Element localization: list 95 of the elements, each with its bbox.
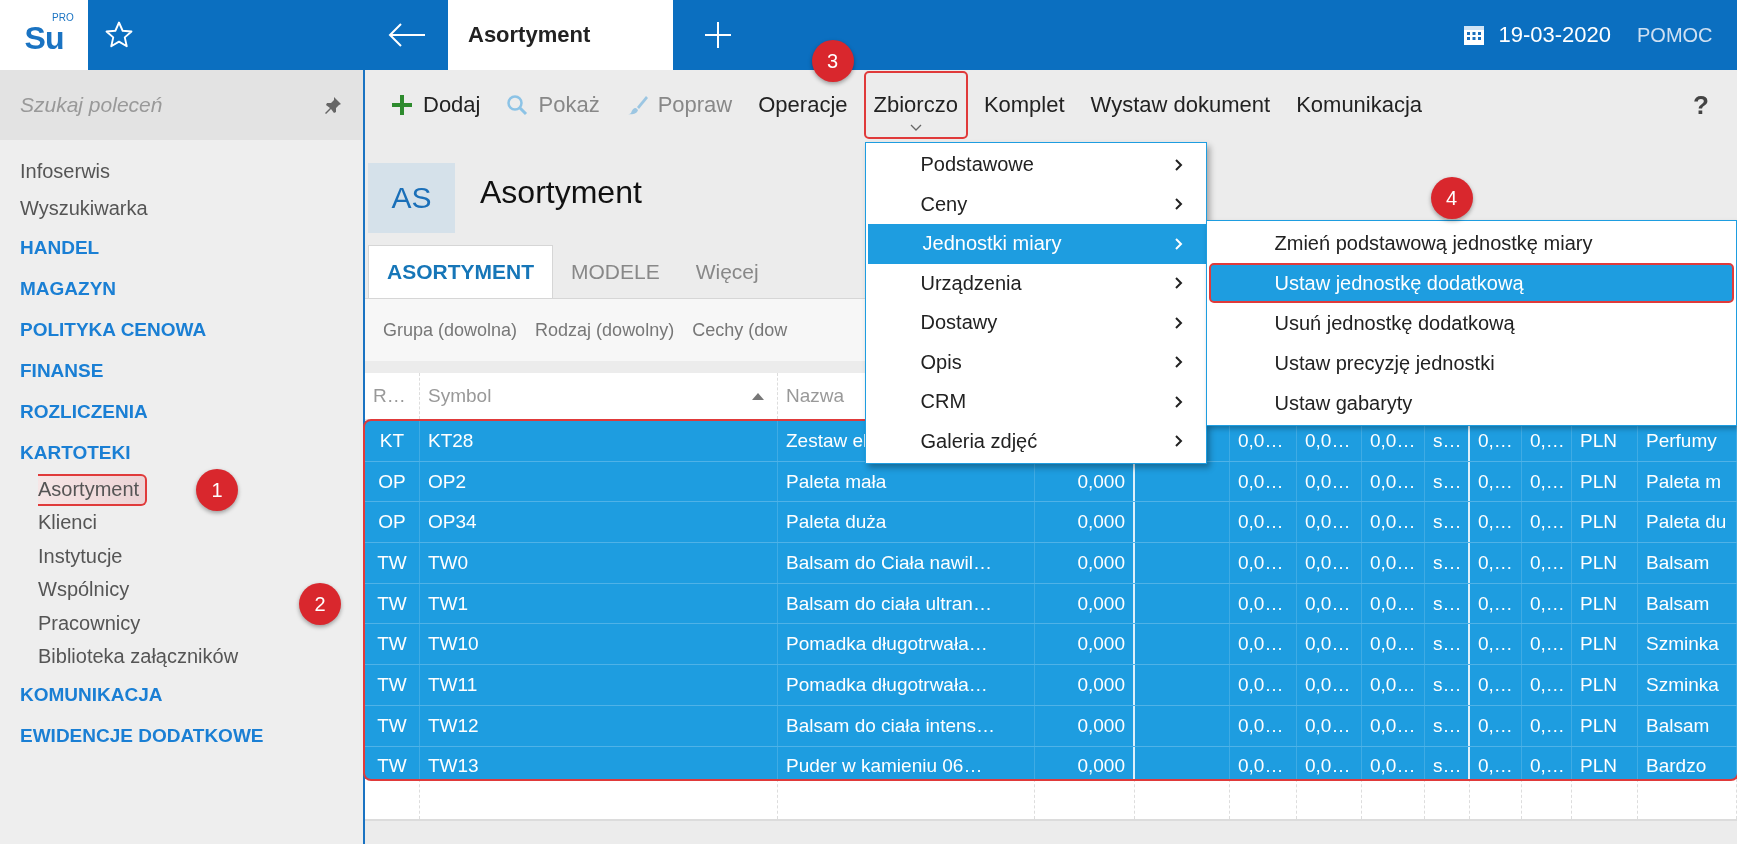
table-cell: OP [365,502,420,543]
table-cell: Balsam [1638,583,1737,624]
table-cell: 0,0… [1297,746,1362,779]
table-cell: TW [365,705,420,746]
table-cell: 0,0… [1362,665,1425,705]
table-cell: 0,… [1470,543,1522,583]
table-cell: PLN [1572,665,1638,705]
table-cell: 0,0… [1362,583,1425,624]
table-cell: TW [365,624,420,665]
table-cell: 0,0… [1362,746,1425,779]
table-cell: Balsam [1638,543,1737,583]
callout-badge: 1 [196,469,238,511]
table-cell: 0,0… [1297,705,1362,746]
table-cell: Szminka [1638,624,1737,665]
table-cell: 0,… [1522,583,1572,624]
table-cell: 0,… [1470,624,1522,665]
table-cell: Paleta du [1638,502,1737,543]
table-cell: TW [365,746,420,779]
table-cell: 0,0… [1230,665,1297,705]
table-cell: Szminka [1638,665,1737,705]
table-cell: PLN [1572,746,1638,779]
table-cell: s… [1425,543,1470,583]
table-cell: Balsam do ciała intens… [778,705,1035,746]
table-cell: 0,0… [1297,624,1362,665]
table-cell: TW11 [420,665,778,705]
table-cell: 0,0… [1362,502,1425,543]
callout-badge: 4 [1430,177,1473,219]
table-cell: PLN [1572,705,1638,746]
table-cell: OP2 [420,461,778,502]
table-cell: PLN [1572,583,1638,624]
table-cell: 0,… [1522,746,1572,779]
table-cell: 0,0… [1297,543,1362,583]
table-cell: 0,0… [1297,665,1362,705]
table-cell: 0,… [1470,502,1522,543]
table-cell: 0,0… [1230,624,1297,665]
table-cell: 0,… [1470,665,1522,705]
table-cell: 0,… [1522,461,1572,502]
table-cell: 0,0… [1230,543,1297,583]
table-cell: 0,… [1470,705,1522,746]
table-cell: KT28 [420,421,778,461]
table-cell: Paleta m [1638,461,1737,502]
table-cell: 0,000 [1035,665,1135,705]
table-cell: KT [365,421,420,461]
table-cell: OP34 [420,502,778,543]
table-cell: Puder w kamieniu 06… [778,746,1035,779]
table-cell: 0,0… [1297,502,1362,543]
table-cell: TW [365,583,420,624]
table-cell: OP [365,461,420,502]
table-cell: Balsam do Ciała nawil… [778,543,1035,583]
table-cell: PLN [1572,543,1638,583]
table-cell: 0,0… [1230,583,1297,624]
table-cell: PLN [1572,502,1638,543]
table-cell: 0,… [1522,543,1572,583]
table-cell: 0,… [1522,665,1572,705]
table-cell: s… [1425,705,1470,746]
table-cell: 0,0… [1297,461,1362,502]
table-cell: PLN [1572,461,1638,502]
table-cell: 0,… [1522,705,1572,746]
table-cell: s… [1425,665,1470,705]
table-cell: 0,0… [1230,705,1297,746]
table-cell: TW0 [420,543,778,583]
table-cell: TW10 [420,624,778,665]
table-cell: Pomadka długotrwała… [778,624,1035,665]
table-cell: 0,0… [1297,583,1362,624]
table-cell: Pomadka długotrwała… [778,665,1035,705]
table-cell: 0,… [1470,746,1522,779]
table-cell: 0,000 [1035,746,1135,779]
module-title: Asortyment [480,174,642,211]
table-cell: 0,0… [1362,624,1425,665]
table-cell: 0,… [1522,502,1572,543]
table-cell: TW [365,543,420,583]
table-cell: 0,000 [1035,543,1135,583]
table-cell: 0,0… [1230,746,1297,779]
table-cell: Bardzo [1638,746,1737,779]
table-cell: 0,0… [1362,461,1425,502]
module-badge: AS [368,162,455,233]
table-cell: Balsam [1638,705,1737,746]
table-cell: Balsam do ciała ultran… [778,583,1035,624]
table-cell: 0,0… [1230,461,1297,502]
table-cell: TW1 [420,583,778,624]
table-cell: 0,0… [1230,502,1297,543]
table-cell: 0,… [1470,461,1522,502]
table-cell: TW13 [420,746,778,779]
table-cell: TW12 [420,705,778,746]
table-cell: 0,000 [1035,705,1135,746]
table-cell: Paleta duża [778,502,1035,543]
table-cell: 0,… [1522,624,1572,665]
table-cell: TW [365,665,420,705]
table-cell: 0,0… [1362,705,1425,746]
table-cell: PLN [1572,624,1638,665]
table-cell: 0,0… [1362,543,1425,583]
table-cell: s… [1425,746,1470,779]
table-cell: 0,… [1470,583,1522,624]
table-cell: Paleta mała [778,461,1035,502]
logo-edition: PRO [52,12,74,23]
